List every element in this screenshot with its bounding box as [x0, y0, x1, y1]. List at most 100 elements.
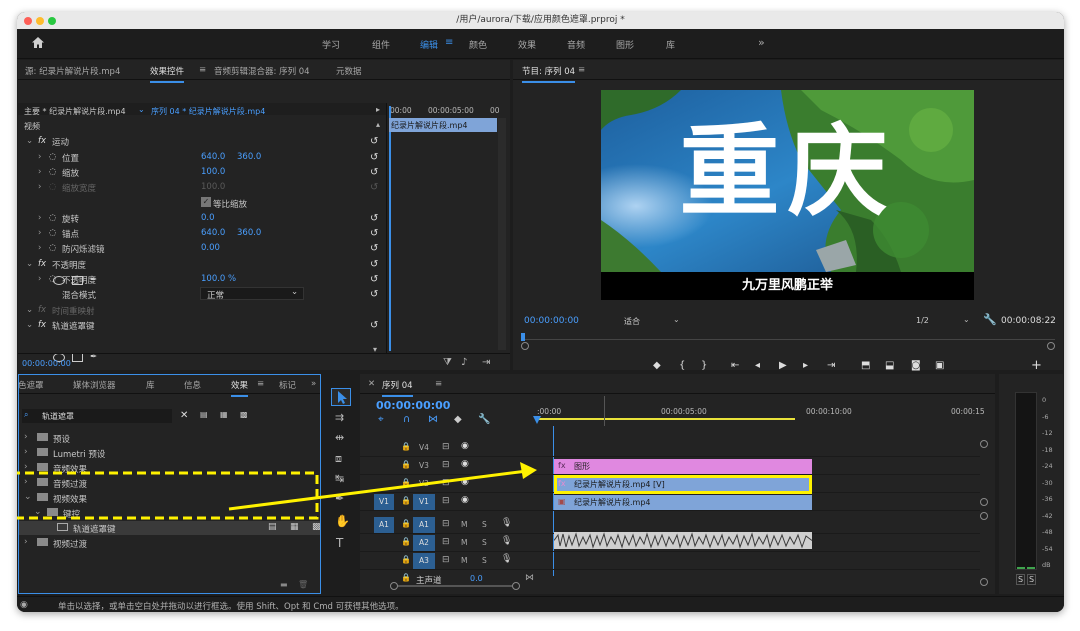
- panel-menu-icon[interactable]: ≡: [199, 65, 206, 75]
- effect-folder[interactable]: › 音频过渡: [18, 476, 320, 490]
- selection-tool-icon[interactable]: [331, 388, 351, 406]
- sync-lock-icon[interactable]: ⊟: [442, 442, 450, 452]
- eye-icon[interactable]: ◉: [461, 477, 469, 487]
- expand-chevron-icon[interactable]: ⌄: [26, 305, 33, 315]
- pen-mask-icon[interactable]: ✒: [90, 275, 97, 285]
- blend-mode-select[interactable]: 正常 ⌄: [200, 287, 304, 301]
- panel-menu-icon[interactable]: ≡: [257, 379, 264, 389]
- lock-icon[interactable]: 🔒: [401, 537, 411, 546]
- tab-libraries[interactable]: 库: [146, 379, 155, 391]
- sync-lock-icon[interactable]: ⊟: [442, 537, 450, 547]
- insert-sequence-icon[interactable]: ⌖: [378, 414, 384, 425]
- hand-tool-icon[interactable]: ✋: [335, 514, 350, 528]
- effect-row[interactable]: › ◌ 旋转 0.0 ↺: [18, 211, 378, 226]
- stopwatch-icon[interactable]: ◌: [49, 228, 56, 238]
- zoom-window-button[interactable]: [48, 17, 56, 25]
- expand-chevron-icon[interactable]: ›: [24, 462, 28, 472]
- go-to-in-icon[interactable]: ⇤: [731, 360, 739, 371]
- timeline-ruler[interactable]: :00:00 00:00:05:00 00:00:10:00 00:00:15: [533, 404, 995, 426]
- tab-color[interactable]: 颜色: [469, 38, 487, 51]
- minimize-window-button[interactable]: [36, 17, 44, 25]
- type-tool-icon[interactable]: T: [336, 536, 343, 550]
- effect-row[interactable]: ⌄ fx 轨道遮罩键 ↺: [18, 318, 378, 333]
- stopwatch-icon[interactable]: ◌: [49, 152, 56, 162]
- mute-button[interactable]: M: [461, 556, 467, 565]
- lock-icon[interactable]: 🔒: [401, 460, 411, 469]
- tab-graphics[interactable]: 图形: [616, 38, 634, 51]
- expand-chevron-icon[interactable]: ⌄: [34, 507, 42, 517]
- step-forward-icon[interactable]: ▸: [803, 360, 808, 371]
- value-field[interactable]: 360.0: [237, 228, 261, 238]
- tab-metadata[interactable]: 元数据: [336, 65, 362, 77]
- tab-color-matte[interactable]: 色遮罩: [18, 379, 44, 391]
- track-target-a1[interactable]: A1: [413, 517, 435, 533]
- expand-chevron-icon[interactable]: ›: [24, 537, 28, 547]
- go-to-out-icon[interactable]: ⇥: [827, 360, 835, 371]
- tab-source[interactable]: 源: 纪录片解说片段.mp4: [25, 65, 120, 77]
- effect-row[interactable]: ⌄ fx 运动 ↺: [18, 134, 378, 149]
- mark-in-icon[interactable]: {: [679, 360, 685, 371]
- effect-folder[interactable]: › 预设: [18, 431, 320, 445]
- clear-search-icon[interactable]: ✕: [180, 410, 188, 421]
- home-icon[interactable]: [31, 36, 45, 49]
- timeline-tab[interactable]: 序列 04: [382, 379, 413, 397]
- program-timecode[interactable]: 00:00:00:00: [524, 316, 579, 326]
- track-target-v1[interactable]: V1: [413, 494, 435, 510]
- tab-editing[interactable]: 编辑: [420, 38, 438, 51]
- tab-assembly[interactable]: 组件: [372, 38, 390, 51]
- pen-tool-icon[interactable]: ✒: [335, 492, 344, 505]
- track-target-v2[interactable]: V2: [413, 476, 435, 492]
- track-target-a2[interactable]: A2: [413, 535, 435, 551]
- effect-row[interactable]: 等比缩放 ✓: [18, 196, 378, 211]
- tab-learn[interactable]: 学习: [322, 38, 340, 51]
- ec-timecode[interactable]: 00:00:00:00: [22, 359, 71, 368]
- effect-folder[interactable]: ⌄ 键控: [18, 506, 320, 520]
- timeline-zoom-scrollbar[interactable]: [390, 582, 520, 590]
- lock-icon[interactable]: 🔒: [401, 519, 411, 528]
- solo-button[interactable]: S: [482, 538, 487, 547]
- solo-right-button[interactable]: S: [1027, 574, 1037, 585]
- effect-row[interactable]: ⌄ fx 时间重映射: [18, 303, 378, 318]
- reset-icon[interactable]: ↺: [370, 136, 378, 147]
- graphic-clip[interactable]: fx 图形: [554, 459, 812, 474]
- effect-item-track-matte-key[interactable]: 轨道遮罩键 ▤ ▦ ▩: [18, 521, 321, 535]
- effect-folder[interactable]: › 视频过渡: [18, 536, 320, 550]
- mark-out-icon[interactable]: }: [701, 360, 707, 371]
- sync-lock-icon[interactable]: ⊟: [442, 496, 450, 506]
- sync-lock-icon[interactable]: ⊟: [442, 519, 450, 529]
- value-field[interactable]: 100.0: [201, 182, 225, 192]
- step-back-icon[interactable]: ◂: [755, 360, 760, 371]
- mute-button[interactable]: M: [461, 520, 467, 529]
- lock-icon[interactable]: 🔒: [401, 573, 411, 582]
- source-patch-a1[interactable]: A1: [374, 517, 394, 533]
- sync-lock-icon[interactable]: ⊟: [442, 555, 450, 565]
- tab-effects[interactable]: 效果: [518, 38, 536, 51]
- chevron-down-icon[interactable]: ⌄: [673, 315, 680, 324]
- microphone-icon[interactable]: 🎙: [501, 518, 512, 528]
- timeline-timecode[interactable]: 00:00:00:00: [376, 399, 450, 412]
- close-tab-icon[interactable]: ✕: [368, 379, 375, 389]
- clip-bar[interactable]: 纪录片解说片段.mp4: [389, 118, 497, 132]
- rectangle-mask-icon[interactable]: [72, 276, 83, 285]
- tab-libraries[interactable]: 库: [666, 38, 675, 51]
- a2-audio-clip[interactable]: [554, 532, 812, 549]
- lock-icon[interactable]: 🔒: [401, 555, 411, 564]
- eye-icon[interactable]: ◉: [461, 495, 469, 505]
- track-select-tool-icon[interactable]: ⇉: [335, 411, 344, 424]
- lock-icon[interactable]: 🔒: [401, 496, 411, 505]
- yuv-effects-icon[interactable]: ▩: [240, 410, 248, 419]
- more-workspaces-button[interactable]: »: [758, 36, 765, 49]
- mute-button[interactable]: M: [461, 538, 467, 547]
- lock-icon[interactable]: 🔒: [401, 442, 411, 451]
- more-panels-icon[interactable]: »: [311, 379, 316, 389]
- value-field[interactable]: 0.00: [201, 243, 220, 253]
- chevron-down-icon[interactable]: ⌄: [963, 315, 970, 324]
- expand-chevron-icon[interactable]: ›: [24, 477, 28, 487]
- slip-tool-icon[interactable]: ↹: [335, 472, 344, 485]
- checkbox-checked-icon[interactable]: ✓: [201, 197, 211, 207]
- microphone-icon[interactable]: 🎙: [501, 554, 512, 564]
- filter-icon[interactable]: ⧩: [443, 357, 452, 368]
- reset-icon[interactable]: ↺: [370, 213, 378, 224]
- 32bit-effects-icon[interactable]: ▦: [220, 410, 228, 419]
- expand-chevron-icon[interactable]: ⌄: [26, 136, 33, 146]
